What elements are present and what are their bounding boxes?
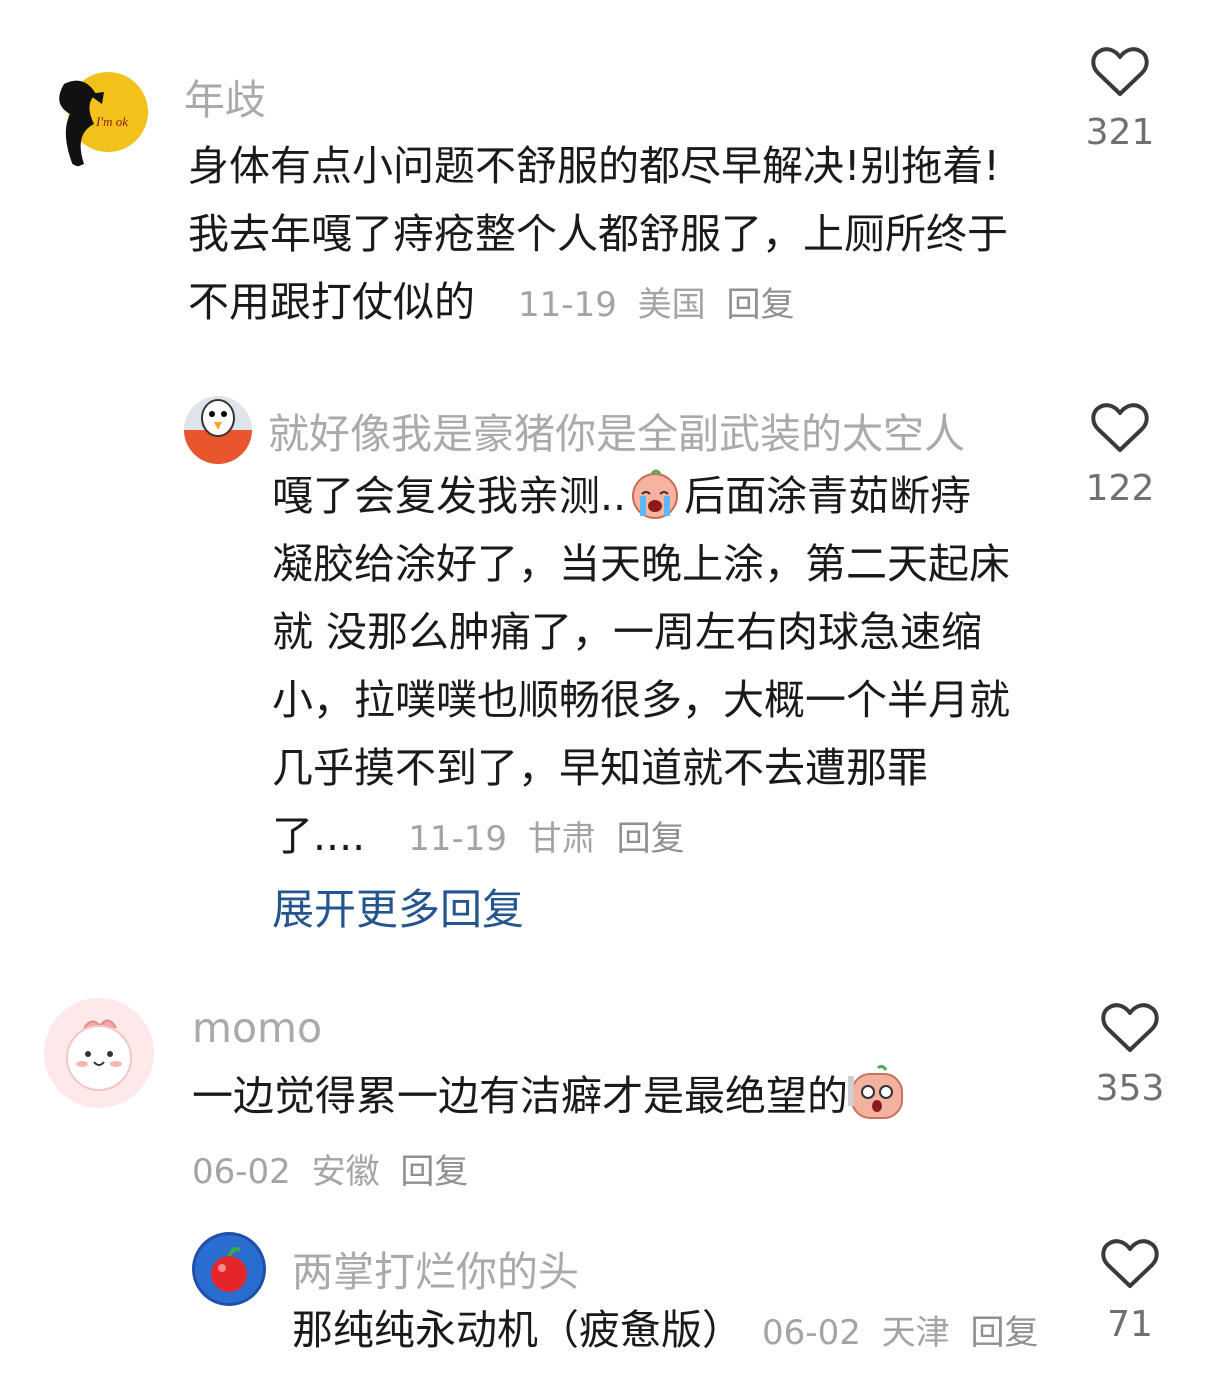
comment-username[interactable]: momo bbox=[192, 1004, 322, 1052]
like-count: 71 bbox=[1107, 1304, 1153, 1345]
avatar-text: I'm ok bbox=[95, 114, 128, 129]
comment-location: 甘肃 bbox=[527, 819, 596, 859]
reply-button[interactable]: 回复 bbox=[726, 285, 794, 325]
reply-button[interactable]: 回复 bbox=[617, 819, 685, 859]
comment-location: 安徽 bbox=[311, 1152, 380, 1192]
heart-outline-icon bbox=[1101, 1239, 1159, 1288]
comment-date: 06-02 bbox=[762, 1313, 861, 1353]
comment-meta: 11-19 甘肃 回复 bbox=[408, 819, 684, 859]
comment-meta: 06-02 安徽 回复 bbox=[192, 1144, 468, 1193]
reply-button[interactable]: 回复 bbox=[400, 1152, 468, 1192]
avatar[interactable] bbox=[192, 1232, 266, 1306]
avatar[interactable]: I'm ok bbox=[44, 64, 150, 170]
shocked-emoji-icon bbox=[848, 1064, 904, 1120]
comment-username[interactable]: 就好像我是豪猪你是全副武装的太空人 bbox=[268, 400, 965, 460]
heart-outline-icon bbox=[1091, 47, 1149, 96]
comment-meta: 06-02 天津 回复 bbox=[762, 1313, 1038, 1353]
comment-date: 06-02 bbox=[192, 1152, 291, 1192]
comment-text: 身体有点小问题不舒服的都尽早解决!别拖着!我去年嘎了痔疮整个人都舒服了，上厕所终… bbox=[188, 132, 1018, 339]
comment-text: 嘎了会复发我亲测.. 后面涂青茹断痔凝胶给涂好了，当天晚上涂，第二天起床就 没那么… bbox=[272, 462, 1012, 873]
comment-date: 11-19 bbox=[408, 819, 507, 859]
like-count: 122 bbox=[1085, 468, 1155, 509]
comment-text: 一边觉得累一边有洁癖才是最绝望的 bbox=[192, 1062, 1012, 1130]
like-button[interactable]: 122 bbox=[1070, 402, 1170, 509]
comment-body: 一边觉得累一边有洁癖才是最绝望的 bbox=[192, 1072, 848, 1120]
crying-emoji-icon bbox=[626, 468, 684, 520]
heart-outline-icon bbox=[1091, 403, 1149, 452]
comment-location: 天津 bbox=[881, 1313, 950, 1353]
like-button[interactable]: 321 bbox=[1070, 46, 1170, 153]
expand-more-replies-link[interactable]: 展开更多回复 bbox=[272, 876, 524, 937]
heart-outline-icon bbox=[1101, 1003, 1159, 1052]
comment-username[interactable]: 两掌打烂你的头 bbox=[292, 1238, 579, 1298]
like-button[interactable]: 353 bbox=[1080, 1002, 1180, 1109]
like-count: 353 bbox=[1095, 1068, 1165, 1109]
like-count: 321 bbox=[1085, 112, 1155, 153]
avatar[interactable] bbox=[184, 396, 252, 464]
comment-body-start: 嘎了会复发我亲测.. bbox=[272, 472, 627, 520]
comment-text: 那纯纯永动机（疲惫版） 06-02 天津 回复 bbox=[292, 1296, 1052, 1367]
comment-date: 11-19 bbox=[518, 285, 617, 325]
comment-meta: 11-19 美国 回复 bbox=[518, 285, 794, 325]
comment-body-end: 后面涂青茹断痔凝胶给涂好了，当天晚上涂，第二天起床就 没那么肿痛了，一周左右肉球… bbox=[272, 472, 1010, 860]
comment-body: 那纯纯永动机（疲惫版） bbox=[292, 1306, 743, 1354]
avatar[interactable] bbox=[44, 998, 154, 1108]
reply-button[interactable]: 回复 bbox=[970, 1313, 1038, 1353]
comment-username[interactable]: 年歧 bbox=[184, 66, 266, 126]
comment-location: 美国 bbox=[637, 285, 706, 325]
like-button[interactable]: 71 bbox=[1080, 1238, 1180, 1345]
